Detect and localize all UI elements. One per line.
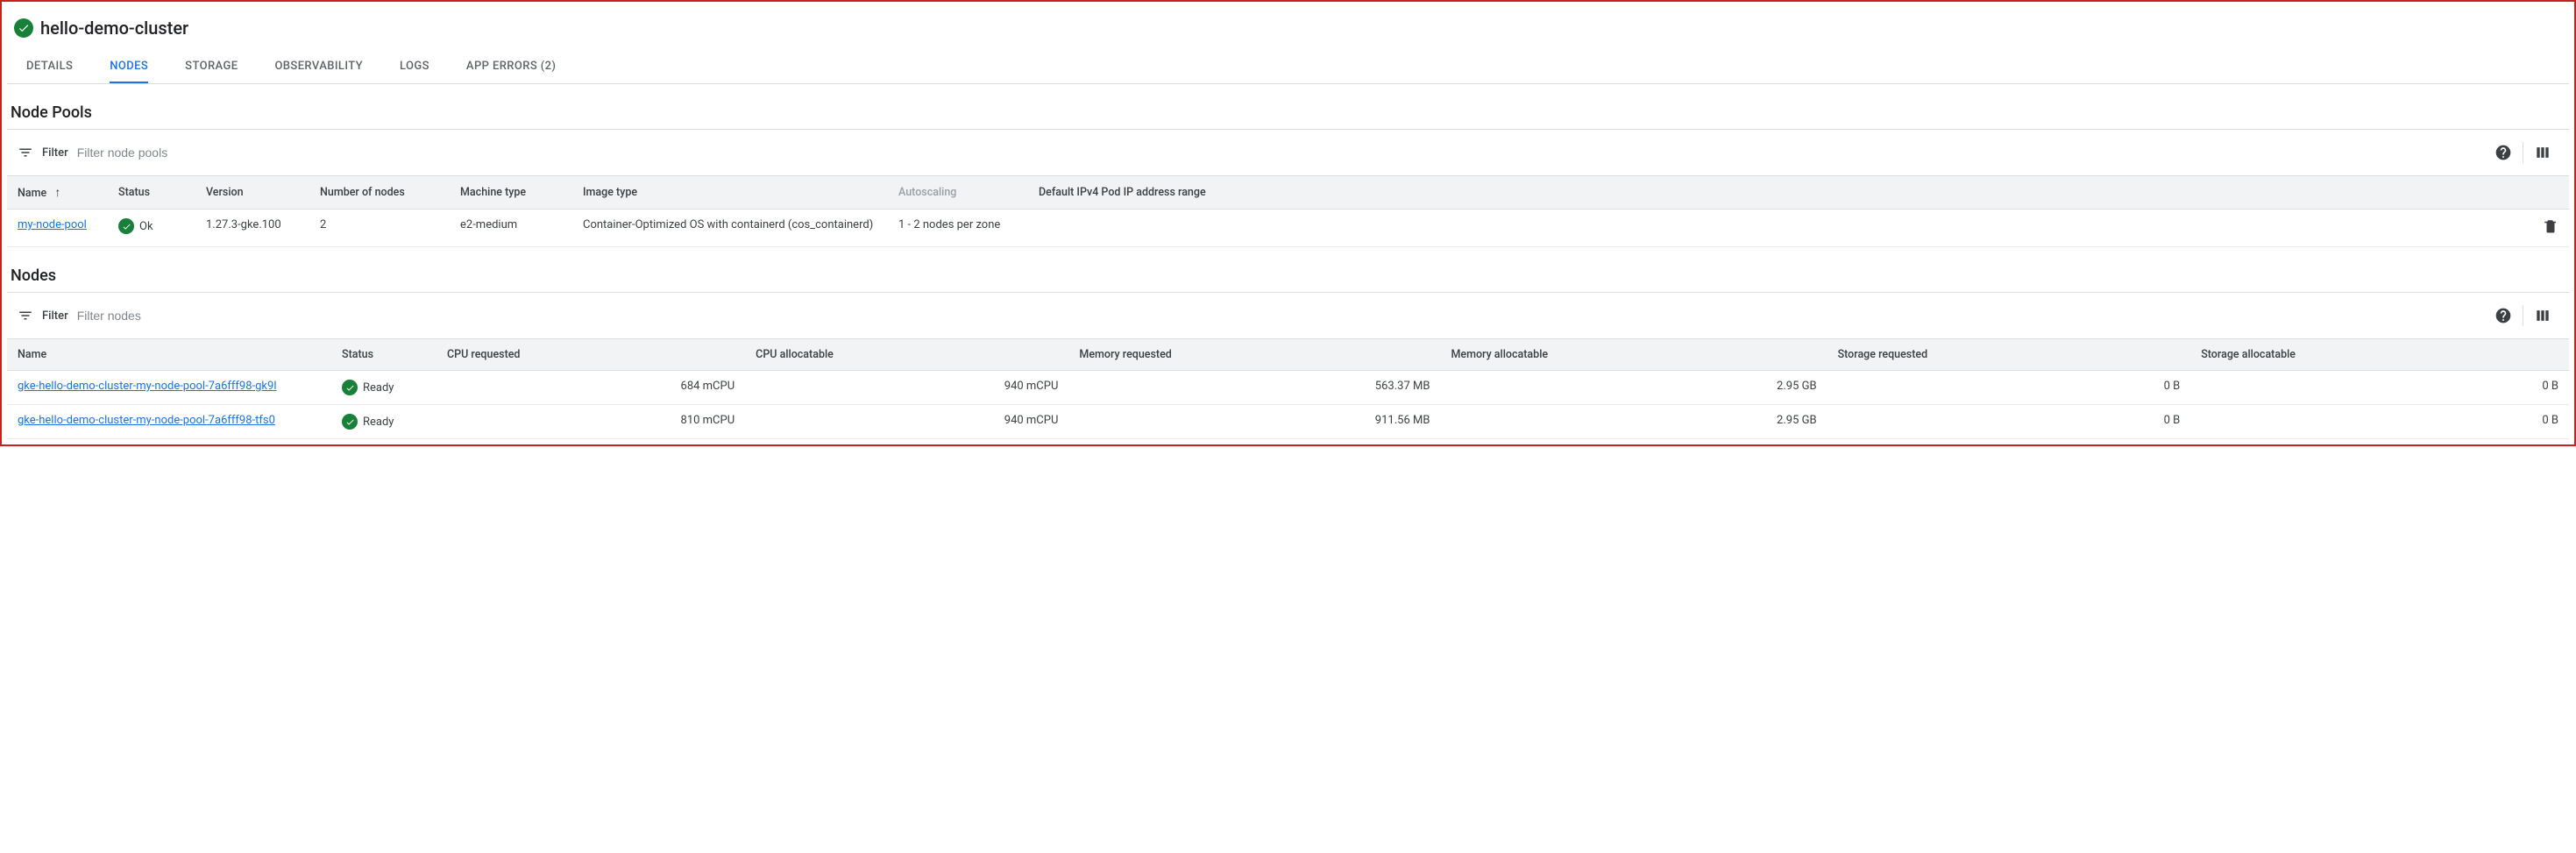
tab-app-errors[interactable]: APP ERRORS (2) xyxy=(466,51,556,83)
col-name-label: Name xyxy=(18,187,46,200)
node-pools-header-row: Name ↑ Status Version Number of nodes Ma… xyxy=(7,176,2569,210)
node-pool-num-nodes: 2 xyxy=(309,210,450,247)
tab-storage[interactable]: STORAGE xyxy=(185,51,238,83)
col-storage-allocatable[interactable]: Storage allocatable xyxy=(2190,339,2569,371)
col-machine-type[interactable]: Machine type xyxy=(450,176,572,210)
node-mem-alloc: 2.95 GB xyxy=(1440,405,1827,439)
tab-details[interactable]: DETAILS xyxy=(26,51,73,83)
node-status: Ready xyxy=(342,380,426,395)
col-autoscaling[interactable]: Autoscaling xyxy=(888,176,1028,210)
delete-node-pool-button[interactable] xyxy=(2543,224,2558,238)
nodes-filter: Filter xyxy=(18,308,252,323)
node-mem-req: 911.56 MB xyxy=(1068,405,1440,439)
col-cpu-requested[interactable]: CPU requested xyxy=(436,339,745,371)
nodes-table: Name Status CPU requested CPU allocatabl… xyxy=(7,338,2569,439)
node-mem-req: 563.37 MB xyxy=(1068,371,1440,405)
node-stor-req: 0 B xyxy=(1827,371,2191,405)
node-pool-autoscaling: 1 - 2 nodes per zone xyxy=(888,210,1028,247)
col-pod-range[interactable]: Default IPv4 Pod IP address range xyxy=(1028,176,2532,210)
tabs-row: DETAILS NODES STORAGE OBSERVABILITY LOGS… xyxy=(7,44,2569,84)
filter-icon xyxy=(18,308,33,323)
node-row: gke-hello-demo-cluster-my-node-pool-7a6f… xyxy=(7,405,2569,439)
node-row: gke-hello-demo-cluster-my-node-pool-7a6f… xyxy=(7,371,2569,405)
node-pools-toolbar: Filter xyxy=(7,129,2569,175)
help-button[interactable] xyxy=(2487,300,2519,331)
filter-label: Filter xyxy=(42,146,68,160)
node-pool-version: 1.27.3-gke.100 xyxy=(195,210,309,247)
col-num-nodes[interactable]: Number of nodes xyxy=(309,176,450,210)
node-name-link[interactable]: gke-hello-demo-cluster-my-node-pool-7a6f… xyxy=(18,414,275,427)
col-name[interactable]: Name xyxy=(7,339,331,371)
node-cpu-alloc: 940 mCPU xyxy=(745,405,1068,439)
node-stor-alloc: 0 B xyxy=(2190,405,2569,439)
help-button[interactable] xyxy=(2487,137,2519,168)
node-pool-machine-type: e2-medium xyxy=(450,210,572,247)
filter-icon xyxy=(18,145,33,160)
tab-logs[interactable]: LOGS xyxy=(400,51,429,83)
check-icon xyxy=(342,414,358,430)
nodes-header-row: Name Status CPU requested CPU allocatabl… xyxy=(7,339,2569,371)
node-cpu-alloc: 940 mCPU xyxy=(745,371,1068,405)
cluster-title: hello-demo-cluster xyxy=(40,18,188,39)
cluster-header: hello-demo-cluster xyxy=(7,12,2569,44)
node-cpu-req: 684 mCPU xyxy=(436,371,745,405)
col-cpu-allocatable[interactable]: CPU allocatable xyxy=(745,339,1068,371)
col-status[interactable]: Status xyxy=(331,339,436,371)
node-status-text: Ready xyxy=(363,381,394,395)
nodes-toolbar-actions xyxy=(2487,300,2558,331)
node-mem-alloc: 2.95 GB xyxy=(1440,371,1827,405)
col-memory-allocatable[interactable]: Memory allocatable xyxy=(1440,339,1827,371)
node-pool-name-link[interactable]: my-node-pool xyxy=(18,218,87,231)
node-pool-status: Ok xyxy=(118,218,185,234)
node-pool-image-type: Container-Optimized OS with containerd (… xyxy=(572,210,888,247)
col-name[interactable]: Name ↑ xyxy=(7,176,108,210)
nodes-filter-input[interactable] xyxy=(77,309,252,323)
col-version[interactable]: Version xyxy=(195,176,309,210)
node-stor-req: 0 B xyxy=(1827,405,2191,439)
node-stor-alloc: 0 B xyxy=(2190,371,2569,405)
check-icon xyxy=(118,218,134,234)
node-pools-table: Name ↑ Status Version Number of nodes Ma… xyxy=(7,175,2569,247)
tab-observability[interactable]: OBSERVABILITY xyxy=(274,51,363,83)
node-status: Ready xyxy=(342,414,426,430)
tab-nodes[interactable]: NODES xyxy=(110,51,148,83)
check-icon xyxy=(14,18,33,38)
check-icon xyxy=(342,380,358,395)
col-image-type[interactable]: Image type xyxy=(572,176,888,210)
node-pools-filter: Filter xyxy=(18,145,252,160)
col-storage-requested[interactable]: Storage requested xyxy=(1827,339,2191,371)
node-cpu-req: 810 mCPU xyxy=(436,405,745,439)
nodes-toolbar: Filter xyxy=(7,292,2569,338)
filter-label: Filter xyxy=(42,309,68,323)
col-memory-requested[interactable]: Memory requested xyxy=(1068,339,1440,371)
node-pool-pod-range xyxy=(1028,210,2532,247)
node-pools-filter-input[interactable] xyxy=(77,146,252,160)
node-status-text: Ready xyxy=(363,416,394,429)
nodes-heading: Nodes xyxy=(11,267,2569,285)
node-pool-row: my-node-pool Ok 1.27.3-gke.100 2 e2-medi… xyxy=(7,210,2569,247)
node-pools-heading: Node Pools xyxy=(11,103,2569,122)
columns-button[interactable] xyxy=(2527,300,2558,331)
node-pool-status-text: Ok xyxy=(139,220,153,233)
col-status[interactable]: Status xyxy=(108,176,195,210)
columns-button[interactable] xyxy=(2527,137,2558,168)
node-name-link[interactable]: gke-hello-demo-cluster-my-node-pool-7a6f… xyxy=(18,380,277,393)
sort-ascending-icon: ↑ xyxy=(54,186,60,200)
col-actions xyxy=(2532,176,2569,210)
node-pools-toolbar-actions xyxy=(2487,137,2558,168)
